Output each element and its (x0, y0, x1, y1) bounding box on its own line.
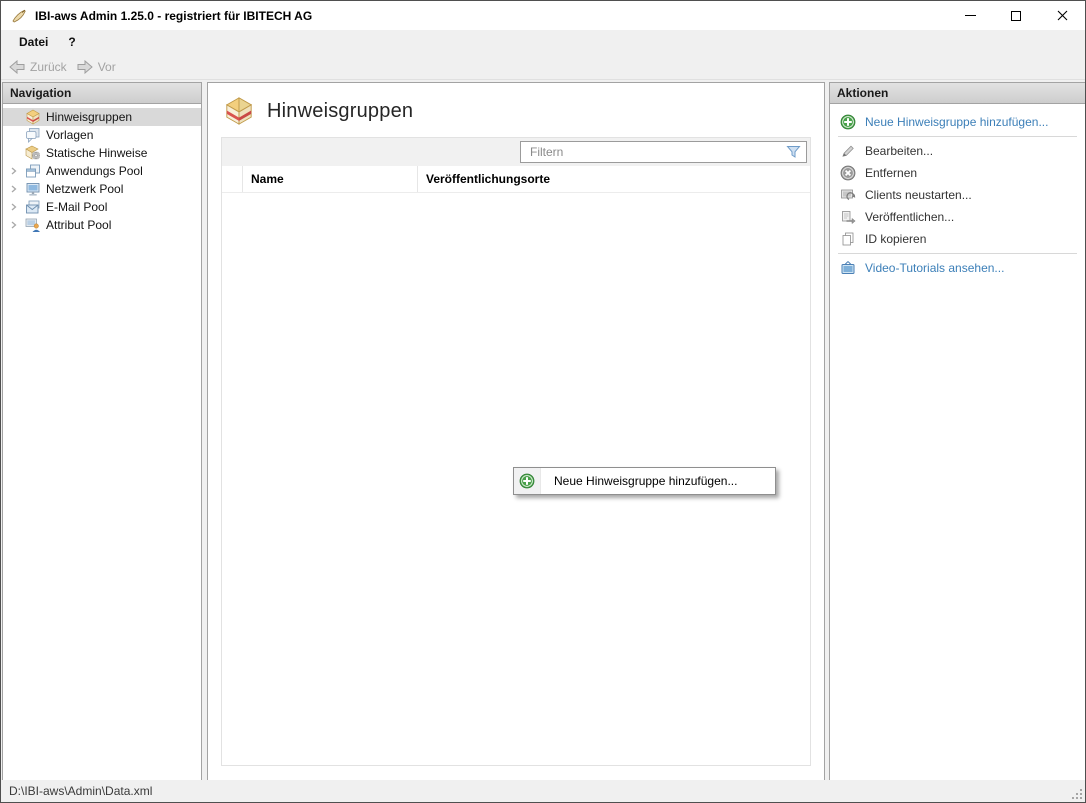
video-tutorials-icon (841, 261, 855, 274)
close-button[interactable] (1039, 1, 1085, 30)
back-button[interactable]: Zurück (9, 59, 67, 74)
action-restart-clients[interactable]: Clients neustarten... (830, 184, 1085, 206)
separator (838, 253, 1077, 254)
add-plus-icon (840, 114, 856, 130)
chevron-right-icon (11, 167, 17, 175)
action-label: Bearbeiten... (865, 144, 934, 158)
navigation-panel: Navigation Hinweisgruppen Vorlagen Stati… (2, 82, 202, 782)
back-label: Zurück (30, 59, 67, 74)
filter-input[interactable] (521, 142, 786, 162)
title-bar: IBI-aws Admin 1.25.0 - registriert für I… (1, 1, 1085, 30)
action-label: Neue Hinweisgruppe hinzufügen... (865, 115, 1049, 129)
restart-clients-icon (841, 189, 856, 201)
static-notices-icon (25, 145, 41, 160)
nav-item-label: Statische Hinweise (46, 146, 148, 160)
copy-id-icon (842, 232, 854, 246)
context-menu-add-item[interactable]: Neue Hinweisgruppe hinzufügen... (554, 468, 737, 494)
action-edit[interactable]: Bearbeiten... (830, 140, 1085, 162)
actions-header: Aktionen (830, 83, 1085, 104)
app-window: IBI-aws Admin 1.25.0 - registriert für I… (0, 0, 1086, 803)
add-plus-icon (519, 473, 535, 489)
forward-button[interactable]: Vor (77, 59, 116, 74)
nav-item-label: E-Mail Pool (46, 200, 108, 214)
separator (838, 136, 1077, 137)
page-header: Hinweisgruppen (208, 83, 824, 126)
nav-item-label: Anwendungs Pool (46, 164, 143, 178)
nav-item-netzwerk-pool[interactable]: Netzwerk Pool (3, 180, 201, 198)
action-label: Veröffentlichen... (865, 210, 955, 224)
action-label: Entfernen (865, 166, 918, 180)
maximize-button[interactable] (993, 1, 1039, 30)
nav-item-anwendungs-pool[interactable]: Anwendungs Pool (3, 162, 201, 180)
chevron-right-icon (11, 221, 17, 229)
app-logo-icon (12, 9, 26, 22)
menu-datei[interactable]: Datei (9, 32, 58, 52)
status-bar: D:\IBI-aws\Admin\Data.xml (1, 780, 1085, 802)
filter-bar (222, 138, 810, 166)
edit-pencil-icon (842, 145, 854, 157)
nav-item-label: Attribut Pool (46, 218, 112, 232)
nav-item-attribut-pool[interactable]: Attribut Pool (3, 216, 201, 234)
notice-groups-box-icon (26, 109, 40, 125)
action-video-tutorials[interactable]: Video-Tutorials ansehen... (830, 257, 1085, 279)
action-remove[interactable]: Entfernen (830, 162, 1085, 184)
back-arrow-icon (9, 59, 25, 74)
resize-grip[interactable] (1072, 789, 1083, 800)
action-label: Video-Tutorials ansehen... (865, 261, 1005, 275)
window-title: IBI-aws Admin 1.25.0 - registriert für I… (35, 8, 313, 23)
status-file-path: D:\IBI-aws\Admin\Data.xml (9, 784, 153, 798)
main-content-panel: Hinweisgruppen Name Veröffentlichungsort… (207, 82, 825, 782)
nav-item-email-pool[interactable]: E-Mail Pool (3, 198, 201, 216)
nav-item-label: Netzwerk Pool (46, 182, 124, 196)
context-menu: Neue Hinweisgruppe hinzufügen... (513, 467, 776, 495)
action-label: ID kopieren (865, 232, 927, 246)
network-monitor-icon (26, 183, 40, 196)
templates-icon (26, 128, 40, 143)
applications-icon (26, 164, 40, 178)
email-icon (26, 200, 40, 214)
navigation-header: Navigation (3, 83, 201, 104)
close-icon (1057, 10, 1067, 21)
filter-input-box (520, 141, 807, 163)
action-label: Clients neustarten... (865, 188, 972, 202)
attribute-user-icon (25, 218, 40, 232)
remove-icon (840, 165, 856, 181)
minimize-button[interactable] (947, 1, 993, 30)
table-header-row: Name Veröffentlichungsorte (222, 166, 810, 193)
nav-item-hinweisgruppen[interactable]: Hinweisgruppen (3, 108, 201, 126)
nav-item-statische-hinweise[interactable]: Statische Hinweise (3, 144, 201, 162)
column-header-name[interactable]: Name (243, 166, 418, 192)
action-copy-id[interactable]: ID kopieren (830, 228, 1085, 250)
page-title: Hinweisgruppen (267, 99, 414, 122)
forward-arrow-icon (77, 59, 93, 74)
nav-item-vorlagen[interactable]: Vorlagen (3, 126, 201, 144)
action-add-notice-group[interactable]: Neue Hinweisgruppe hinzufügen... (830, 111, 1085, 133)
actions-panel: Aktionen Neue Hinweisgruppe hinzufügen..… (829, 82, 1085, 782)
nav-item-label: Hinweisgruppen (46, 110, 133, 124)
notice-groups-table: Name Veröffentlichungsorte (221, 137, 811, 766)
forward-label: Vor (97, 59, 116, 74)
minimize-icon (964, 15, 976, 16)
column-header-veroeffentlichungsorte[interactable]: Veröffentlichungsorte (418, 166, 810, 192)
menu-help[interactable]: ? (58, 32, 85, 52)
action-list: Neue Hinweisgruppe hinzufügen... Bearbei… (830, 104, 1085, 279)
maximize-icon (1011, 10, 1021, 21)
nav-item-label: Vorlagen (46, 128, 94, 142)
menu-bar: Datei ? (1, 30, 1085, 54)
toolbar: Zurück Vor (1, 54, 1085, 80)
hinweisgruppen-box-icon (225, 97, 253, 125)
chevron-right-icon (11, 203, 17, 211)
action-publish[interactable]: Veröffentlichen... (830, 206, 1085, 228)
table-header-spacer (222, 166, 243, 192)
navigation-tree: Hinweisgruppen Vorlagen Statische Hinwei… (3, 104, 201, 234)
filter-funnel-icon[interactable] (786, 145, 801, 159)
publish-icon (842, 211, 856, 225)
chevron-right-icon (11, 185, 17, 193)
